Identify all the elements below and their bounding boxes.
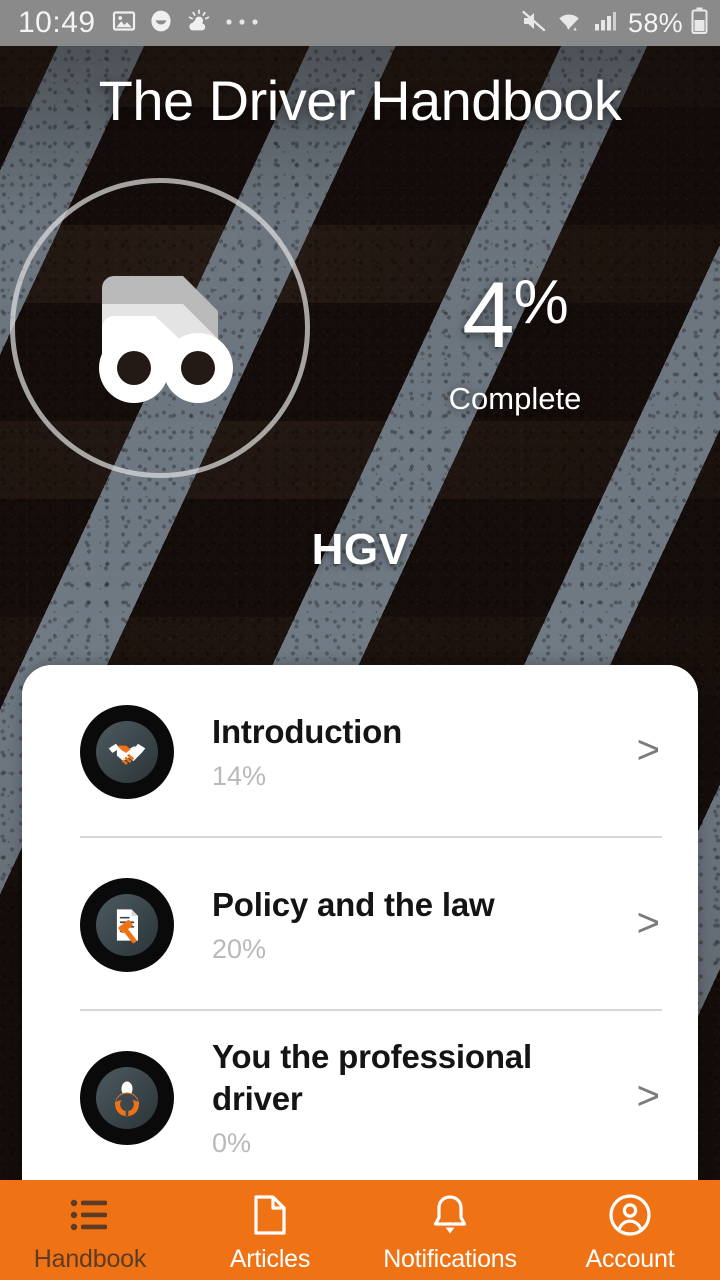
status-bar-system-icons: 58% — [521, 7, 708, 39]
section-text: You the professional driver 0% — [212, 1036, 623, 1159]
nav-tab-account[interactable]: Account — [540, 1180, 720, 1280]
section-title: You the professional driver — [212, 1037, 532, 1117]
percent-symbol: % — [513, 268, 569, 337]
vehicle-type-label: HGV — [311, 525, 409, 574]
document-icon — [253, 1192, 287, 1238]
chevron-right-icon: > — [636, 900, 660, 945]
section-icon-wrapper — [80, 704, 174, 799]
section-progress: 0% — [212, 1128, 252, 1159]
weather-icon — [186, 9, 212, 38]
nav-label-handbook: Handbook — [33, 1245, 147, 1273]
cellular-signal-icon — [594, 9, 620, 38]
progress-number: 4 — [462, 262, 514, 367]
battery-percentage: 58% — [628, 7, 683, 38]
section-list-card: Introduction 14% > Policy and the law 20… — [22, 665, 698, 1205]
gavel-document-icon — [105, 903, 149, 947]
nav-tab-notifications[interactable]: Notifications — [360, 1180, 540, 1280]
nav-tab-articles[interactable]: Articles — [180, 1180, 360, 1280]
section-icon-wrapper — [80, 877, 174, 972]
section-title: Introduction — [212, 712, 403, 750]
section-title: Policy and the law — [212, 885, 495, 923]
progress-percent: 4% — [380, 268, 650, 362]
nav-label-account: Account — [585, 1245, 675, 1273]
nav-tab-handbook[interactable]: Handbook — [0, 1180, 180, 1280]
truck-icon — [60, 228, 260, 428]
account-circle-icon — [608, 1192, 652, 1238]
status-bar: 10:49 58% — [0, 0, 720, 46]
section-progress: 20% — [212, 934, 267, 965]
list-item[interactable]: Policy and the law 20% > — [22, 838, 698, 1011]
section-text: Policy and the law 20% — [212, 884, 623, 966]
nav-label-articles: Articles — [229, 1245, 311, 1273]
vehicle-badge[interactable] — [10, 178, 310, 478]
progress-label: Complete — [448, 381, 582, 417]
chevron-right-icon: > — [636, 727, 660, 772]
bell-icon — [430, 1192, 470, 1238]
wifi-icon — [556, 9, 586, 38]
section-text: Introduction 14% — [212, 711, 623, 793]
nav-label-notifications: Notifications — [383, 1245, 517, 1273]
image-icon — [112, 9, 136, 38]
status-bar-notification-icons — [112, 9, 259, 38]
mute-icon — [521, 9, 548, 38]
page-title: The Driver Handbook — [98, 69, 622, 132]
steering-wheel-driver-icon — [105, 1076, 149, 1120]
section-icon-wrapper — [80, 1050, 174, 1145]
handshake-icon — [105, 730, 149, 774]
status-bar-clock: 10:49 — [18, 6, 96, 39]
list-item[interactable]: Introduction 14% > — [22, 665, 698, 838]
more-dots-icon — [225, 14, 259, 32]
progress-summary: 4% Complete — [380, 268, 650, 417]
chevron-right-icon: > — [636, 1073, 660, 1118]
section-progress: 14% — [212, 761, 267, 792]
battery-icon — [691, 7, 708, 39]
bottom-navigation: Handbook Articles Notifications Account — [0, 1180, 720, 1280]
list-item[interactable]: You the professional driver 0% > — [22, 1011, 698, 1184]
list-icon — [69, 1192, 111, 1238]
smiley-icon — [149, 9, 173, 38]
